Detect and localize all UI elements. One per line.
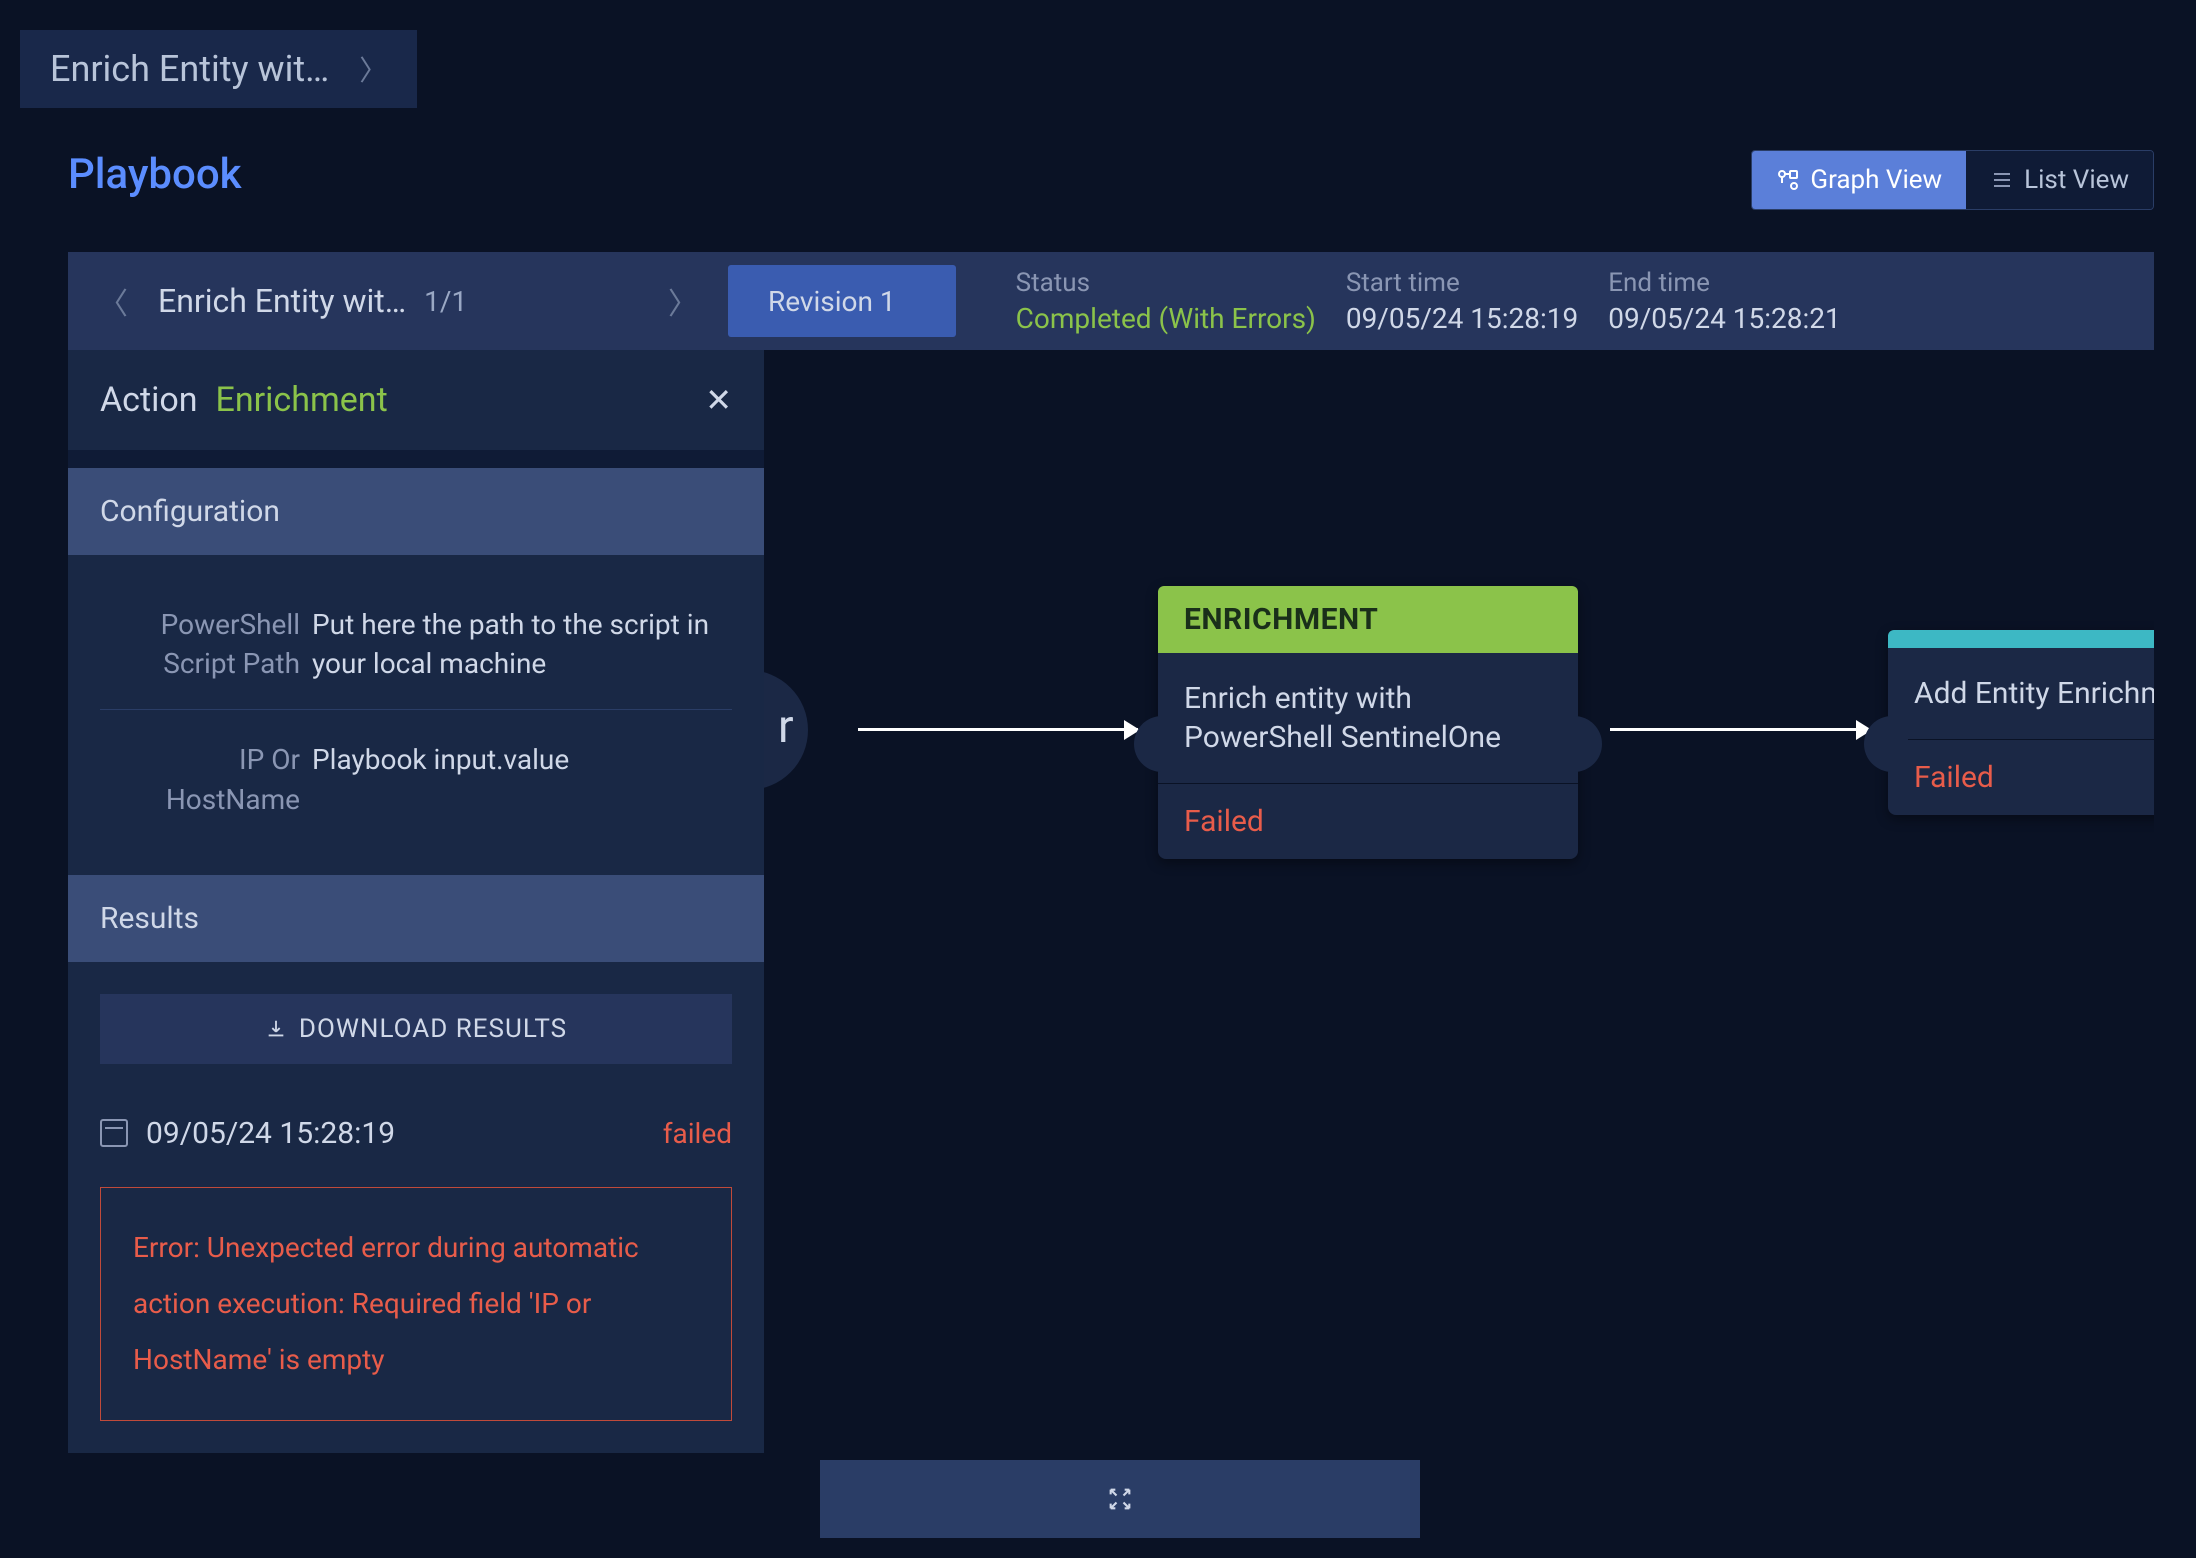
list-view-button[interactable]: List View (1966, 151, 2153, 209)
config-row: PowerShell Script Path Put here the path… (100, 595, 732, 710)
canvas[interactable]: Action Enrichment ✕ Configuration PowerS… (68, 350, 2154, 1538)
run-bar: 〈 Enrich Entity wit… 1/1 〉 Revision 1 St… (68, 252, 2154, 350)
download-icon (265, 1018, 287, 1040)
trigger-node-label: r (778, 700, 794, 754)
graph-icon (1776, 168, 1800, 192)
node-status: Failed (1158, 783, 1578, 859)
list-icon (1990, 168, 2014, 192)
connector-arrow (858, 728, 1138, 731)
end-time-value: 09/05/24 15:28:21 (1608, 302, 1840, 335)
config-value: Playbook input.value (312, 740, 732, 818)
node-port-out[interactable] (1558, 716, 1602, 772)
node-port-in[interactable] (1864, 716, 1908, 772)
calendar-icon (100, 1119, 128, 1147)
result-time: 09/05/24 15:28:19 (146, 1116, 395, 1151)
view-toggle: Graph View List View (1751, 150, 2154, 210)
config-key: PowerShell Script Path (100, 605, 300, 683)
collapse-panel-button[interactable] (820, 1460, 1420, 1538)
result-status: failed (663, 1117, 732, 1150)
start-time-label: Start time (1346, 268, 1578, 298)
results-header: Results (68, 875, 764, 962)
config-row: IP Or HostName Playbook input.value (100, 730, 732, 844)
next-run-button[interactable]: 〉 (638, 279, 728, 323)
node-port-in[interactable] (1134, 716, 1178, 772)
end-time-label: End time (1608, 268, 1840, 298)
node-body: Enrich entity with PowerShell SentinelOn… (1158, 653, 1578, 783)
node-body: Add Entity Enrichm (1888, 648, 2154, 739)
next-node[interactable]: Add Entity Enrichm Failed (1888, 630, 2154, 815)
run-title: Enrich Entity wit… (158, 282, 406, 320)
config-value: Put here the path to the script in your … (312, 605, 732, 683)
action-label: Action (100, 380, 198, 420)
action-panel: Action Enrichment ✕ Configuration PowerS… (68, 350, 764, 1453)
chevron-right-icon: 〉 (359, 49, 387, 89)
breadcrumb-title: Enrich Entity wit… (50, 48, 329, 90)
download-results-button[interactable]: DOWNLOAD RESULTS (100, 994, 732, 1064)
download-label: DOWNLOAD RESULTS (299, 1014, 567, 1044)
action-name: Enrichment (216, 380, 388, 420)
page-title: Playbook (68, 150, 242, 199)
graph-view-label: Graph View (1810, 165, 1942, 195)
revision-button[interactable]: Revision 1 (728, 265, 956, 337)
config-header: Configuration (68, 468, 764, 555)
enrichment-node[interactable]: ENRICHMENT Enrich entity with PowerShell… (1158, 586, 1578, 859)
node-status: Failed (1888, 739, 2154, 815)
connector-arrow (1610, 728, 1870, 731)
graph-view-button[interactable]: Graph View (1752, 151, 1966, 209)
node-header (1888, 630, 2154, 648)
close-icon[interactable]: ✕ (705, 381, 732, 419)
node-header: ENRICHMENT (1158, 586, 1578, 653)
status-value: Completed (With Errors) (1016, 302, 1316, 335)
config-key: IP Or HostName (100, 740, 300, 818)
run-count: 1/1 (424, 285, 467, 318)
prev-run-button[interactable]: 〈 (68, 279, 158, 323)
start-time-value: 09/05/24 15:28:19 (1346, 302, 1578, 335)
collapse-icon (1106, 1485, 1134, 1513)
list-view-label: List View (2024, 165, 2129, 195)
error-message: Error: Unexpected error during automatic… (100, 1187, 732, 1421)
breadcrumb-tab[interactable]: Enrich Entity wit… 〉 (20, 30, 417, 108)
status-label: Status (1016, 268, 1316, 298)
